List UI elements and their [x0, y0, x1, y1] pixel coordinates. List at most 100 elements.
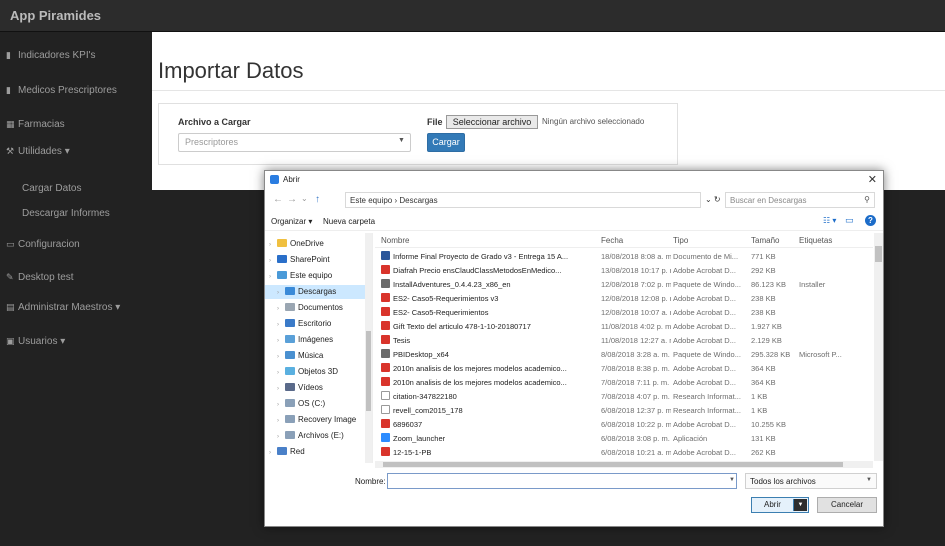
nav-item[interactable]: › Imágenes	[265, 333, 365, 347]
upload-button[interactable]: Cargar	[427, 133, 465, 152]
nav-item[interactable]: › SharePoint	[265, 253, 365, 267]
nav-item[interactable]: › Recovery Image	[265, 413, 365, 427]
column-header[interactable]: Nombre	[381, 236, 409, 245]
nav-scrollbar-thumb[interactable]	[366, 331, 371, 411]
file-name-text: citation-347822180	[393, 392, 457, 401]
sidebar-item[interactable]: ⚒ Utilidades ▾	[6, 142, 152, 160]
file-row[interactable]: Diafrah Precio ensClaudClassMetodosEnMed…	[375, 264, 873, 278]
file-row[interactable]: Tesis 11/08/2018 12:27 a. m. Adobe Acrobat…	[375, 334, 873, 348]
expand-chevron-icon[interactable]: ›	[277, 430, 285, 443]
folder-icon	[285, 431, 295, 439]
nav-item[interactable]: › Objetos 3D	[265, 365, 365, 379]
file-list-scrollbar[interactable]	[874, 233, 883, 461]
file-type-select[interactable]: Prescriptores	[178, 133, 411, 152]
nav-item[interactable]: › OneDrive	[265, 237, 365, 251]
expand-chevron-icon[interactable]: ›	[277, 382, 285, 395]
search-input[interactable]: Buscar en Descargas ⚲	[725, 192, 875, 208]
sidebar-item[interactable]: Cargar Datos	[22, 180, 168, 198]
sidebar-item[interactable]: ▣ Usuarios ▾	[6, 332, 152, 350]
open-file-dialog: Abrir ✕ ← → ⌄ ↑ Este equipo › Descargas …	[264, 170, 884, 527]
file-icon	[381, 447, 390, 456]
open-dropdown-arrow-icon[interactable]: ▼	[793, 499, 807, 511]
chevron-down-icon[interactable]: ▼	[729, 477, 735, 483]
file-list-scrollbar-thumb[interactable]	[875, 246, 882, 262]
nav-item[interactable]: › Música	[265, 349, 365, 363]
organize-button[interactable]: Organizar ▾	[271, 217, 312, 226]
column-header[interactable]: Fecha	[601, 236, 623, 245]
horizontal-scrollbar-thumb[interactable]	[383, 462, 843, 467]
expand-chevron-icon[interactable]: ›	[277, 302, 285, 315]
expand-chevron-icon[interactable]: ›	[277, 350, 285, 363]
nav-item[interactable]: › Vídeos	[265, 381, 365, 395]
expand-chevron-icon[interactable]: ›	[277, 318, 285, 331]
expand-chevron-icon[interactable]: ›	[269, 238, 277, 251]
nav-item[interactable]: › Red	[265, 445, 365, 459]
expand-chevron-icon[interactable]: ›	[277, 286, 285, 299]
column-headers: Nombre Fecha Tipo Tamaño Etiquetas	[375, 233, 873, 248]
nav-item[interactable]: › Documentos	[265, 301, 365, 315]
file-icon	[381, 251, 390, 260]
file-row[interactable]: PBIDesktop_x64 8/08/2018 3:28 a. m. Paquet…	[375, 348, 873, 362]
file-row[interactable]: Gift Texto del articulo 478-1-10-2018071…	[375, 320, 873, 334]
sidebar-item[interactable]: ▮ Medicos Prescriptores	[6, 81, 152, 99]
nav-item[interactable]: › Este equipo	[265, 269, 365, 283]
app-brand[interactable]: App Piramides	[10, 8, 101, 23]
help-icon[interactable]: ?	[865, 215, 876, 226]
sidebar-item[interactable]: ▤ Administrar Maestros ▾	[6, 298, 152, 316]
nav-item[interactable]: › Escritorio	[265, 317, 365, 331]
file-row[interactable]: ES2- Caso5-Requerimientos 12/08/2018 10:0…	[375, 306, 873, 320]
up-arrow-icon[interactable]: ↑	[315, 194, 320, 205]
preview-pane-icon[interactable]: ▭	[845, 215, 854, 226]
file-row[interactable]: ES2- Caso5-Requerimientos v3 12/08/2018 1…	[375, 292, 873, 306]
view-options-icon[interactable]: ☷ ▾	[823, 216, 836, 225]
sidebar-item[interactable]: ▦ Farmacias	[6, 115, 152, 133]
file-row[interactable]: citation-347822180 7/08/2018 4:07 p. m. Re…	[375, 390, 873, 404]
cancel-button[interactable]: Cancelar	[817, 497, 877, 513]
sidebar-item[interactable]: ▭ Configuracion	[6, 235, 152, 253]
file-icon	[381, 265, 390, 274]
file-row[interactable]: Informe Final Proyecto de Grado v3 - Ent…	[375, 250, 873, 264]
file-type-filter[interactable]: Todos los archivos ▼	[745, 473, 877, 489]
expand-chevron-icon[interactable]: ›	[277, 366, 285, 379]
refresh-icon[interactable]: ⌄ ↻	[705, 195, 721, 204]
file-type: Adobe Acrobat D...	[673, 294, 736, 303]
address-bar[interactable]: Este equipo › Descargas	[345, 192, 701, 208]
folder-icon	[285, 367, 295, 375]
back-arrow-icon[interactable]: ←	[273, 194, 283, 205]
expand-chevron-icon[interactable]: ›	[269, 270, 277, 283]
recent-chevron-icon[interactable]: ⌄	[301, 194, 308, 203]
forward-arrow-icon[interactable]: →	[287, 194, 297, 205]
filename-input[interactable]	[387, 473, 737, 489]
file-row[interactable]: Zoom_launcher 6/08/2018 3:08 p. m. Aplicac…	[375, 432, 873, 446]
choose-file-button[interactable]: Seleccionar archivo	[446, 115, 538, 129]
nav-item[interactable]: › OS (C:)	[265, 397, 365, 411]
file-name: PBIDesktop_x64	[381, 348, 597, 362]
file-row[interactable]: 2010n analisis de los mejores modelos ac…	[375, 362, 873, 376]
file-row[interactable]: InstallAdventures_0.4.4.23_x86_en 12/08/2…	[375, 278, 873, 292]
expand-chevron-icon[interactable]: ›	[269, 446, 277, 459]
file-row[interactable]: 6896037 6/08/2018 10:22 p. m. Adobe Acroba…	[375, 418, 873, 432]
column-header[interactable]: Etiquetas	[799, 236, 832, 245]
new-folder-button[interactable]: Nueva carpeta	[323, 217, 375, 226]
sidebar-item[interactable]: Descargar Informes	[22, 205, 168, 223]
sidebar-item[interactable]: ✎ Desktop test	[6, 268, 152, 286]
close-icon[interactable]: ✕	[868, 173, 877, 186]
nav-item-label: OneDrive	[290, 239, 324, 248]
expand-chevron-icon[interactable]: ›	[269, 254, 277, 267]
file-date: 8/08/2018 3:28 a. m.	[601, 350, 670, 359]
dialog-titlebar[interactable]: Abrir ✕	[265, 171, 883, 189]
nav-item-label: Este equipo	[290, 271, 333, 280]
expand-chevron-icon[interactable]: ›	[277, 334, 285, 347]
column-header[interactable]: Tipo	[673, 236, 688, 245]
file-status-text: Ningún archivo seleccionado	[542, 117, 645, 126]
sidebar-item[interactable]: ▮ Indicadores KPI's	[6, 46, 152, 64]
nav-item-label: Archivos (E:)	[298, 431, 344, 440]
nav-item[interactable]: › Descargas	[265, 285, 365, 299]
file-row[interactable]: 12-15-1-PB 6/08/2018 10:21 a. m. Adobe Acr…	[375, 446, 873, 460]
column-header[interactable]: Tamaño	[751, 236, 779, 245]
expand-chevron-icon[interactable]: ›	[277, 414, 285, 427]
file-row[interactable]: revell_com2015_178 6/08/2018 12:37 p. m. R…	[375, 404, 873, 418]
expand-chevron-icon[interactable]: ›	[277, 398, 285, 411]
nav-item[interactable]: › Archivos (E:)	[265, 429, 365, 443]
file-row[interactable]: 2010n analisis de los mejores modelos ac…	[375, 376, 873, 390]
